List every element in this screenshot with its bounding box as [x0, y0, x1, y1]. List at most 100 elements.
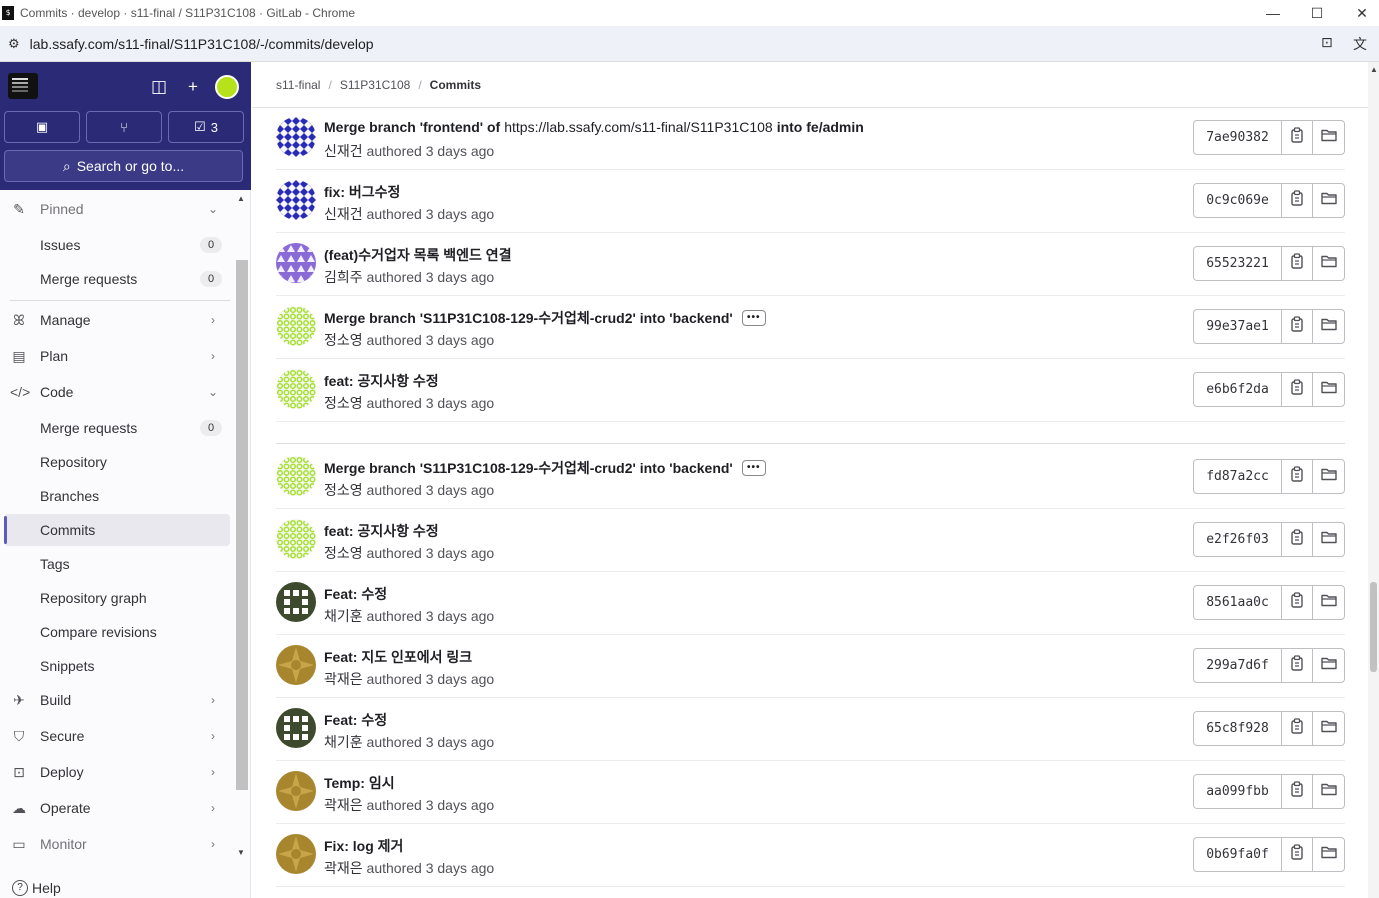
sidebar-item-pinned-merge-requests[interactable]: Merge requests 0 — [4, 263, 230, 295]
sidebar-item-tags[interactable]: Tags — [4, 548, 230, 580]
commit-author[interactable]: 정소영 — [324, 395, 363, 411]
maximize-icon[interactable]: ☐ — [1294, 0, 1340, 26]
help-button[interactable]: ? Help — [12, 880, 61, 896]
commit-title[interactable]: feat: 공지사항 수정 — [324, 371, 439, 391]
page-scrollbar[interactable]: ▲ — [1368, 62, 1379, 898]
commit-sha-button[interactable]: aa099fbb — [1194, 775, 1282, 808]
author-avatar[interactable] — [276, 306, 316, 346]
commit-author[interactable]: 신재건 — [324, 206, 363, 222]
author-avatar[interactable] — [276, 834, 316, 874]
author-avatar[interactable] — [276, 456, 316, 496]
copy-sha-button[interactable] — [1282, 310, 1313, 343]
author-avatar[interactable] — [276, 117, 316, 157]
sidebar-item-repository[interactable]: Repository — [4, 446, 230, 478]
commit-author[interactable]: 정소영 — [324, 545, 363, 561]
sidebar-item-commits[interactable]: Commits — [4, 514, 230, 546]
commit-sha-button[interactable]: 65523221 — [1194, 247, 1282, 280]
copy-sha-button[interactable] — [1282, 184, 1313, 217]
todos-pill-button[interactable]: ☑ 3 — [168, 111, 244, 143]
sidebar-scroll-thumb[interactable] — [236, 260, 248, 790]
breadcrumb-current[interactable]: Commits — [430, 78, 481, 92]
commit-title[interactable]: (feat)수거업자 목록 백엔드 연결 — [324, 245, 512, 265]
commit-author[interactable]: 정소영 — [324, 482, 363, 498]
page-scroll-thumb[interactable] — [1370, 582, 1377, 672]
browse-files-button[interactable] — [1313, 247, 1344, 280]
commit-title-link[interactable]: https://lab.ssafy.com/s11-final/S11P31C1… — [504, 119, 772, 135]
copy-sha-button[interactable] — [1282, 460, 1313, 493]
sidebar-item-repository-graph[interactable]: Repository graph — [4, 582, 230, 614]
commit-title[interactable]: Merge branch 'S11P31C108-129-수거업체-crud2'… — [324, 458, 733, 478]
toggle-sidebar-icon[interactable]: ◫ — [148, 76, 170, 98]
commit-author[interactable]: 정소영 — [324, 332, 363, 348]
commit-title[interactable]: Feat: 수정 — [324, 710, 387, 730]
user-avatar[interactable] — [215, 75, 239, 99]
sidebar-item-snippets[interactable]: Snippets — [4, 650, 230, 682]
commit-sha-button[interactable]: 7ae90382 — [1194, 121, 1282, 154]
sidebar-item-build[interactable]: ✈ Build › — [4, 684, 230, 716]
commit-title[interactable]: Merge branch 'S11P31C108-129-수거업체-crud2'… — [324, 308, 733, 328]
sidebar-item-deploy[interactable]: ⊡ Deploy › — [4, 756, 230, 788]
merge-requests-pill-button[interactable]: ⑂ — [86, 111, 162, 143]
commit-author[interactable]: 곽재은 — [324, 797, 363, 813]
commit-author[interactable]: 신재건 — [324, 143, 363, 159]
site-settings-icon[interactable]: ⚙ — [8, 36, 20, 52]
breadcrumb-project[interactable]: S11P31C108 — [340, 78, 411, 92]
translate-icon[interactable]: 文 — [1353, 34, 1367, 54]
browse-files-button[interactable] — [1313, 373, 1344, 406]
sidebar-item-monitor[interactable]: ▭ Monitor › — [4, 828, 230, 860]
author-avatar[interactable] — [276, 369, 316, 409]
author-avatar[interactable] — [276, 771, 316, 811]
browse-files-button[interactable] — [1313, 523, 1344, 556]
sidebar-item-operate[interactable]: ☁ Operate › — [4, 792, 230, 824]
commit-sha-button[interactable]: 0c9c069e — [1194, 184, 1282, 217]
url-text[interactable]: lab.ssafy.com/s11-final/S11P31C108/-/com… — [30, 36, 374, 52]
scroll-down-icon[interactable]: ▼ — [237, 848, 245, 857]
browse-files-button[interactable] — [1313, 586, 1344, 619]
install-app-icon[interactable]: ⊡ — [1321, 34, 1333, 51]
copy-sha-button[interactable] — [1282, 775, 1313, 808]
sidebar-item-issues[interactable]: Issues 0 — [4, 229, 230, 261]
copy-sha-button[interactable] — [1282, 121, 1313, 154]
project-logo[interactable] — [8, 73, 38, 99]
commit-author[interactable]: 곽재은 — [324, 671, 363, 687]
commit-title[interactable]: Feat: 지도 인포에서 링크 — [324, 647, 472, 667]
author-avatar[interactable] — [276, 582, 316, 622]
browse-files-button[interactable] — [1313, 310, 1344, 343]
scroll-up-icon[interactable]: ▲ — [1370, 65, 1378, 74]
browse-files-button[interactable] — [1313, 838, 1344, 871]
commit-sha-button[interactable]: 8561aa0c — [1194, 586, 1282, 619]
copy-sha-button[interactable] — [1282, 373, 1313, 406]
author-avatar[interactable] — [276, 180, 316, 220]
commit-title[interactable]: feat: 공지사항 수정 — [324, 521, 439, 541]
address-bar[interactable]: ⚙ lab.ssafy.com/s11-final/S11P31C108/-/c… — [0, 26, 1379, 62]
commit-sha-button[interactable]: 65c8f928 — [1194, 712, 1282, 745]
browse-files-button[interactable] — [1313, 775, 1344, 808]
author-avatar[interactable] — [276, 243, 316, 283]
minimize-icon[interactable]: — — [1250, 0, 1296, 26]
close-icon[interactable]: ✕ — [1339, 0, 1379, 26]
commit-sha-button[interactable]: e2f26f03 — [1194, 523, 1282, 556]
commit-title[interactable]: Temp: 임시 — [324, 773, 395, 793]
copy-sha-button[interactable] — [1282, 712, 1313, 745]
sidebar-item-manage[interactable]: ꕤ Manage › — [4, 304, 230, 336]
issues-pill-button[interactable]: ▣ — [4, 111, 80, 143]
author-avatar[interactable] — [276, 708, 316, 748]
browse-files-button[interactable] — [1313, 460, 1344, 493]
expand-description-button[interactable]: ••• — [741, 310, 766, 326]
commit-author[interactable]: 곽재은 — [324, 860, 363, 876]
expand-description-button[interactable]: ••• — [741, 460, 766, 476]
commit-author[interactable]: 채기훈 — [324, 608, 363, 624]
browse-files-button[interactable] — [1313, 712, 1344, 745]
scroll-up-icon[interactable]: ▲ — [237, 194, 245, 203]
browse-files-button[interactable] — [1313, 184, 1344, 217]
sidebar-item-code[interactable]: </> Code ⌄ — [4, 376, 230, 408]
sidebar-item-secure[interactable]: ⛉ Secure › — [4, 720, 230, 752]
commit-sha-button[interactable]: 0b69fa0f — [1194, 838, 1282, 871]
sidebar-item-plan[interactable]: ▤ Plan › — [4, 340, 230, 372]
commit-author[interactable]: 채기훈 — [324, 734, 363, 750]
commit-title[interactable]: Feat: 수정 — [324, 584, 387, 604]
sidebar-item-branches[interactable]: Branches — [4, 480, 230, 512]
breadcrumb-group[interactable]: s11-final — [276, 78, 320, 92]
copy-sha-button[interactable] — [1282, 247, 1313, 280]
copy-sha-button[interactable] — [1282, 838, 1313, 871]
